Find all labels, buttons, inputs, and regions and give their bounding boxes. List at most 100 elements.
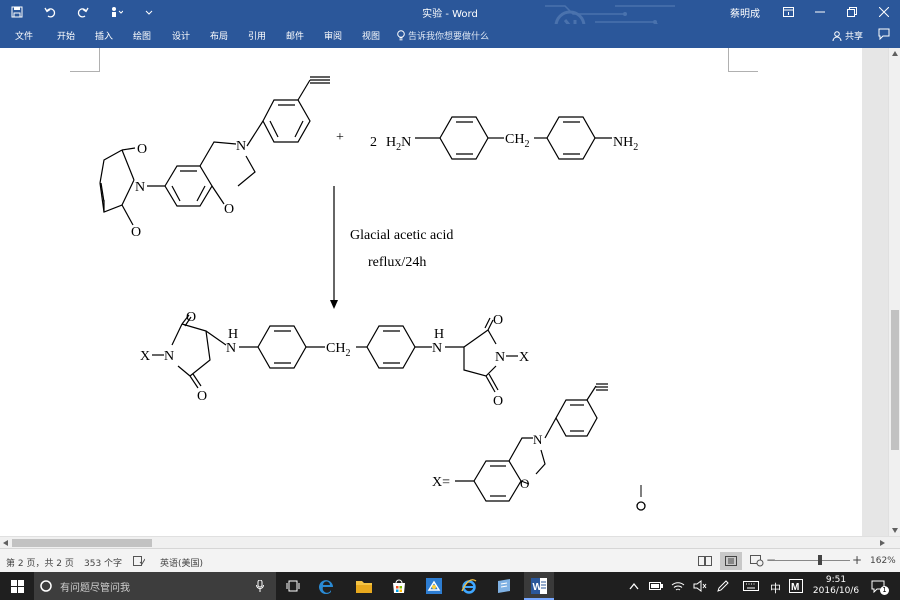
tab-view[interactable]: 视图: [362, 29, 380, 42]
word-window: 实验 - Word 蔡明成 文件 开始 插入 绘图 设计 布局 引用 邮件 审阅…: [0, 0, 900, 600]
scroll-up-icon[interactable]: [892, 51, 898, 56]
atom-label: O: [131, 225, 141, 240]
share-button[interactable]: 共享: [832, 29, 863, 42]
atom-label: O: [137, 142, 147, 157]
store-icon[interactable]: [389, 576, 409, 596]
internet-explorer-icon[interactable]: [459, 576, 479, 596]
scroll-left-icon[interactable]: [3, 540, 8, 546]
touch-keyboard-icon[interactable]: [741, 576, 761, 596]
amine-label: H2N: [386, 135, 411, 153]
save-icon[interactable]: [0, 0, 33, 24]
tab-insert[interactable]: 插入: [95, 29, 113, 42]
methylene-label: CH2: [505, 132, 529, 150]
file-explorer-icon[interactable]: [354, 576, 374, 596]
tell-me-box[interactable]: 告诉我你想要做什么: [397, 29, 489, 42]
atom-label: N: [226, 341, 236, 356]
document-page[interactable]: O N O N O + 2 H2N CH2 NH2 Glacial acetic…: [0, 48, 862, 536]
microphone-icon[interactable]: [256, 580, 264, 592]
show-hidden-icons-chevron-icon[interactable]: [624, 576, 644, 596]
atom-label: N: [236, 139, 246, 154]
task-view-icon[interactable]: [283, 576, 303, 596]
read-mode-icon[interactable]: [698, 556, 712, 566]
reaction-condition: reflux/24h: [368, 255, 426, 270]
proofing-icon[interactable]: [133, 556, 145, 566]
tab-review[interactable]: 审阅: [324, 29, 342, 42]
reaction-reagent: Glacial acetic acid: [350, 228, 453, 243]
atom-label: O: [186, 310, 196, 325]
tab-home[interactable]: 开始: [57, 29, 75, 42]
action-center-icon[interactable]: 1: [868, 576, 889, 596]
title-bar: 实验 - Word 蔡明成: [0, 0, 900, 42]
atom-label: O: [493, 313, 503, 328]
x-substituent: X: [140, 349, 150, 364]
web-layout-icon[interactable]: [750, 555, 764, 567]
tab-file[interactable]: 文件: [15, 29, 33, 42]
system-clock[interactable]: 9:51 2016/10/6: [810, 575, 862, 597]
account-name[interactable]: 蔡明成: [730, 5, 760, 20]
ime-mode-indicator[interactable]: 中: [770, 580, 781, 596]
windows-taskbar: 有问题尽管问我 W 中 M 9:51 2016/10/6 1: [0, 572, 900, 600]
clock-date: 2016/10/6: [812, 586, 860, 596]
undo-icon[interactable]: [33, 0, 66, 24]
input-method-icon[interactable]: M: [786, 576, 806, 596]
redo-icon[interactable]: [66, 0, 99, 24]
svg-text:M: M: [791, 582, 799, 593]
x-definition-label: X=: [432, 475, 450, 490]
zoom-in-button[interactable]: +: [852, 553, 862, 567]
horizontal-scroll-thumb[interactable]: [12, 539, 152, 547]
language-indicator[interactable]: 英语(美国): [160, 556, 203, 569]
minimize-icon[interactable]: [804, 0, 836, 24]
scroll-right-icon[interactable]: [880, 540, 885, 546]
customize-qat-icon[interactable]: [132, 0, 165, 24]
pen-workspace-icon[interactable]: [713, 576, 733, 596]
tab-references[interactable]: 引用: [248, 29, 266, 42]
volume-muted-icon[interactable]: [690, 576, 710, 596]
vertical-scrollbar[interactable]: [888, 48, 900, 536]
coefficient: 2: [370, 135, 377, 150]
word-taskbar-button[interactable]: W: [524, 572, 554, 600]
lightbulb-icon: [397, 30, 405, 41]
close-icon[interactable]: [868, 0, 900, 24]
page-count[interactable]: 第 2 页，共 2 页: [6, 556, 74, 569]
print-layout-button[interactable]: [720, 552, 742, 570]
print-layout-icon: [725, 556, 737, 566]
tab-draw[interactable]: 绘图: [133, 29, 151, 42]
word-count[interactable]: 353 个字: [84, 556, 122, 569]
battery-icon[interactable]: [646, 576, 666, 596]
tab-layout[interactable]: 布局: [210, 29, 228, 42]
window-controls: [772, 0, 900, 24]
horizontal-scrollbar[interactable]: [0, 536, 900, 548]
quick-access-toolbar: [0, 0, 165, 24]
touch-mode-icon[interactable]: [99, 0, 132, 24]
edge-browser-icon[interactable]: [317, 576, 337, 596]
plus-sign: +: [336, 130, 344, 145]
comments-icon[interactable]: [878, 28, 890, 43]
zoom-level[interactable]: 162%: [870, 556, 896, 566]
ribbon-tabs: 文件 开始 插入 绘图 设计 布局 引用 邮件 审阅 视图 告诉我你想要做什么 …: [0, 24, 900, 48]
windows-start-icon[interactable]: [0, 572, 34, 600]
amine-label: NH2: [613, 135, 638, 153]
tab-mailings[interactable]: 邮件: [286, 29, 304, 42]
cortana-search-box[interactable]: 有问题尽管问我: [34, 572, 276, 600]
word-app-icon: W: [531, 578, 547, 594]
zoom-slider[interactable]: [774, 560, 850, 561]
atom-label: O: [520, 476, 529, 491]
atom-label: N: [495, 350, 505, 365]
reaction-scheme: O N O N O + 2 H2N CH2 NH2 Glacial acetic…: [99, 76, 646, 511]
tab-design[interactable]: 设计: [172, 29, 190, 42]
person-icon: [832, 30, 842, 41]
restore-icon[interactable]: [836, 0, 868, 24]
atom-label: O: [197, 389, 207, 404]
atom-label: N: [432, 341, 442, 356]
atom-label: N: [135, 180, 145, 195]
vertical-scroll-thumb[interactable]: [891, 310, 899, 450]
wifi-icon[interactable]: [668, 576, 688, 596]
atom-label: H: [228, 327, 238, 342]
ribbon-display-options-icon[interactable]: [772, 0, 804, 24]
notes-app-icon[interactable]: [494, 576, 514, 596]
zoom-slider-thumb[interactable]: [818, 555, 822, 565]
document-area: O N O N O + 2 H2N CH2 NH2 Glacial acetic…: [0, 48, 888, 536]
cortana-placeholder: 有问题尽管问我: [60, 582, 130, 594]
scroll-down-icon[interactable]: [892, 528, 898, 533]
network-app-icon[interactable]: [424, 576, 444, 596]
